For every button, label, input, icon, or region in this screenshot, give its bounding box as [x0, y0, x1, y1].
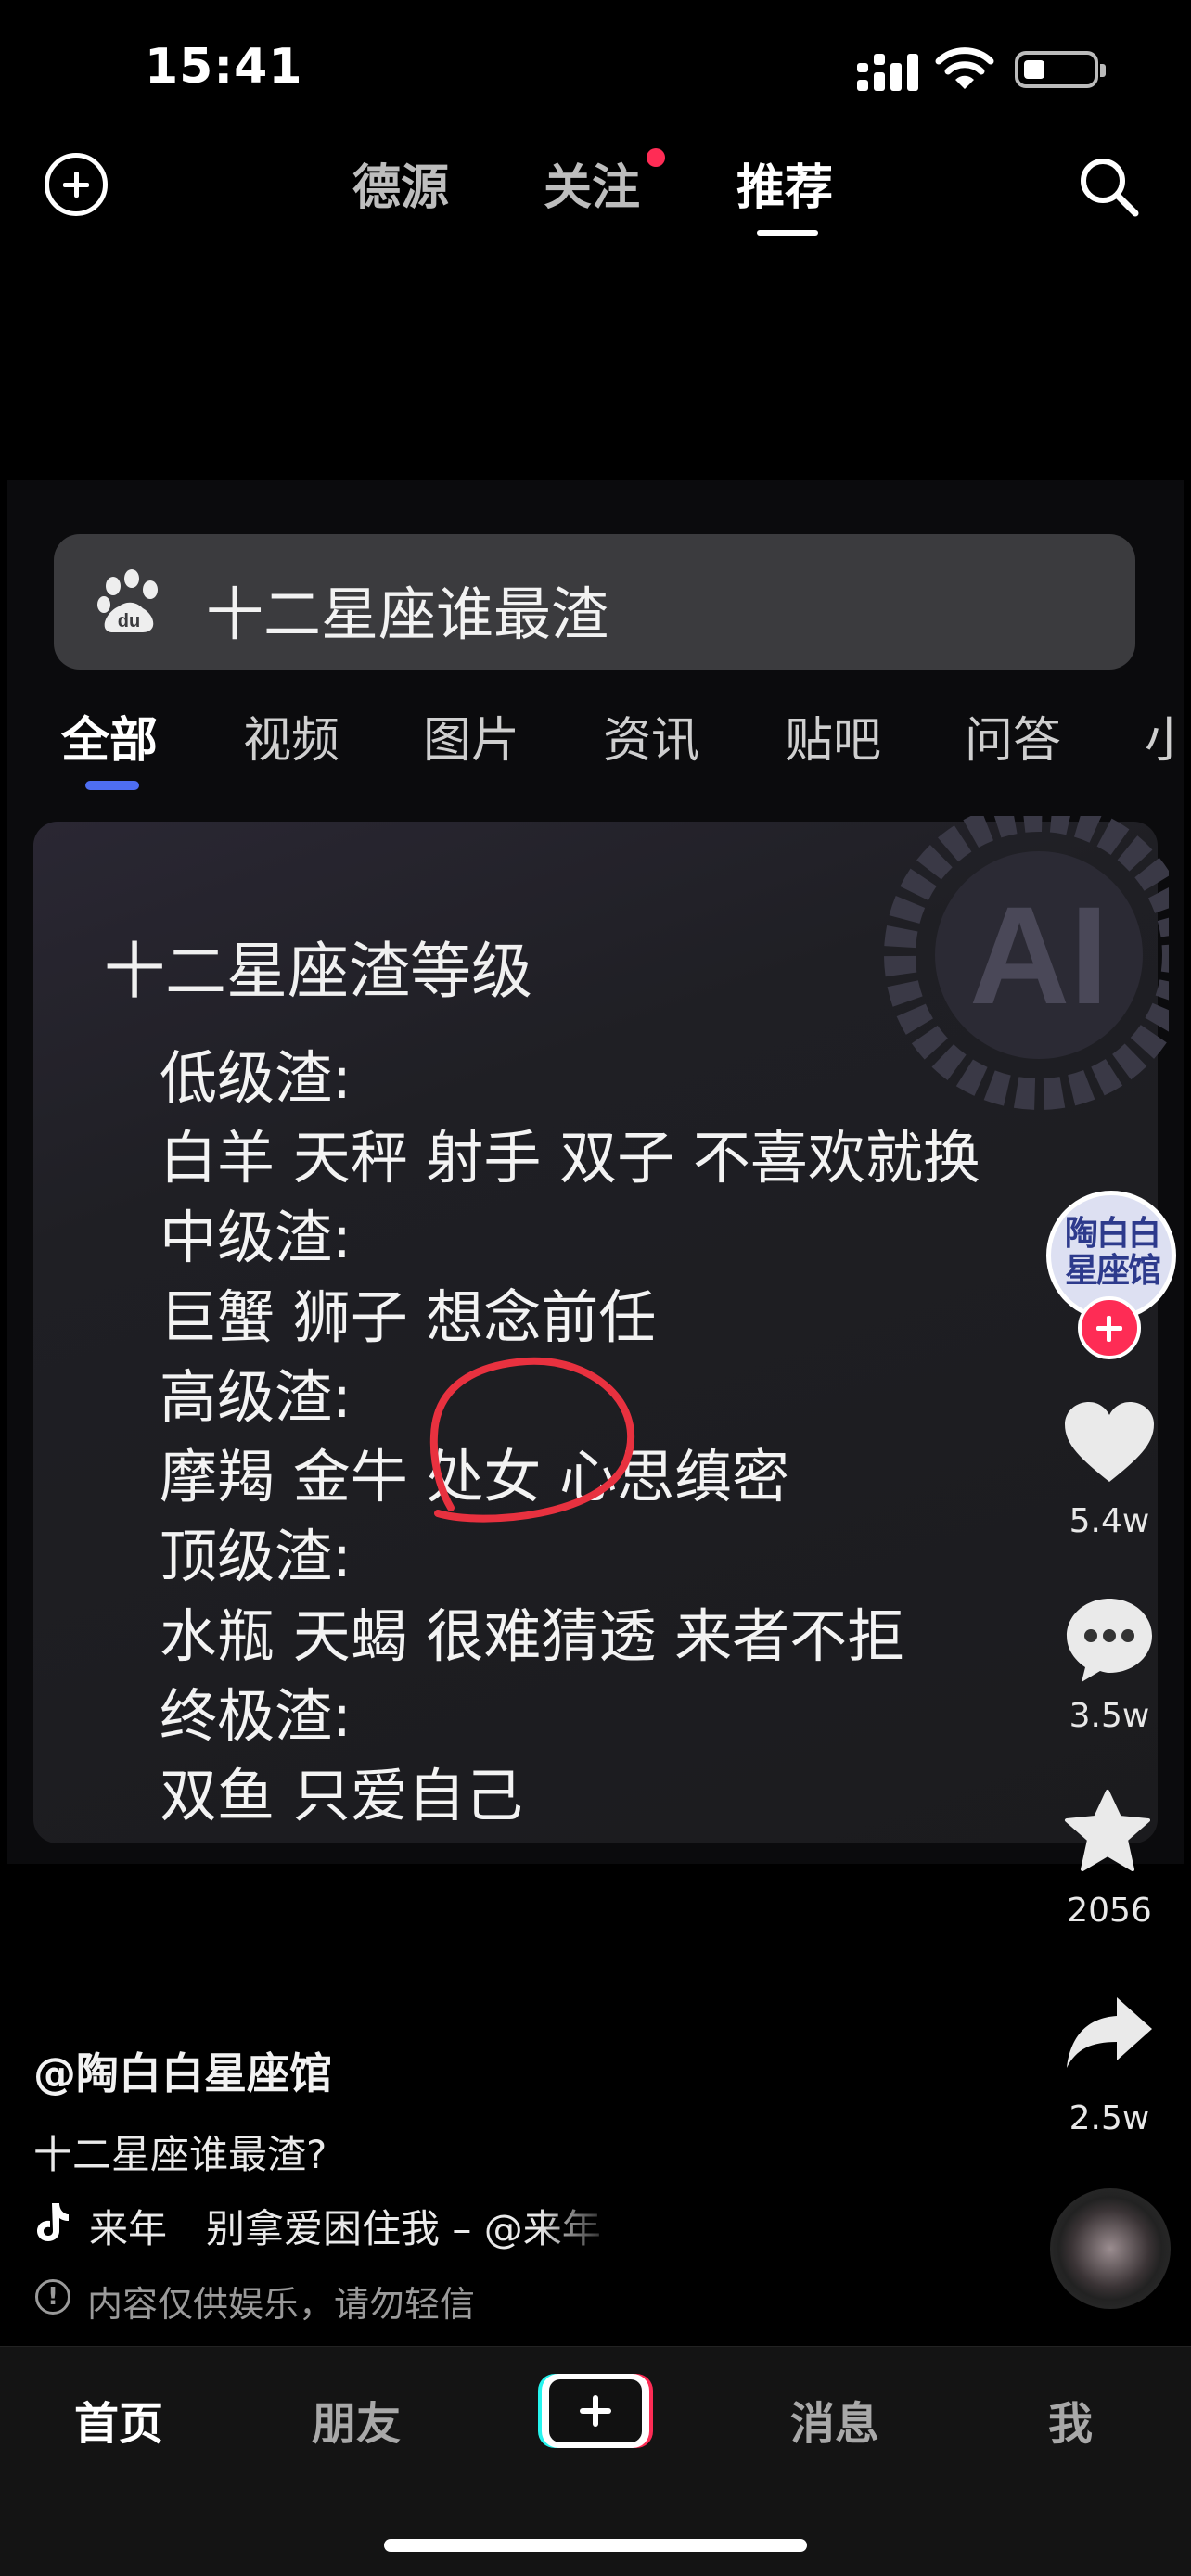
card-line: 顶级渣:: [160, 1523, 352, 1590]
category-news: 资讯: [603, 713, 700, 769]
add-plus-icon[interactable]: [45, 153, 108, 216]
category-tieba: 贴吧: [785, 713, 882, 769]
tab-deyuan[interactable]: 德源: [352, 148, 449, 218]
ai-watermark-icon: AI: [884, 816, 1169, 1110]
music-disc-icon[interactable]: [1050, 2188, 1171, 2309]
card-line: 低级渣:: [160, 1044, 352, 1112]
disclaimer-text: 内容仅供娱乐，请勿轻信: [87, 2284, 476, 2325]
category-all: 全部: [61, 713, 159, 769]
card-line: 中级渣:: [160, 1204, 352, 1271]
info-warning-icon: !: [35, 2279, 70, 2315]
category-qa: 问答: [965, 713, 1062, 769]
comment-icon[interactable]: [1063, 1595, 1156, 1684]
nav-me[interactable]: 我: [1048, 2387, 1093, 2452]
home-indicator: [384, 2539, 807, 2552]
active-tab-indicator: [757, 230, 818, 236]
svg-text:du: du: [118, 611, 140, 631]
card-line: 终极渣:: [160, 1682, 352, 1750]
wifi-icon: [935, 47, 994, 89]
heart-icon[interactable]: [1063, 1400, 1156, 1486]
tab-follow[interactable]: 关注: [544, 148, 640, 218]
cellular-signal-icon: [857, 54, 918, 91]
svg-text:AI: AI: [969, 877, 1108, 1033]
comment-count: 3.5w: [1069, 1697, 1150, 1735]
music-note-icon: [37, 2203, 69, 2241]
card-line: 白羊 天秤 射手 双子 不喜欢就换: [160, 1124, 980, 1192]
card-line: 高级渣:: [160, 1363, 352, 1431]
category-images: 图片: [423, 713, 520, 769]
baidu-paw-icon: du: [97, 569, 158, 632]
like-count: 5.4w: [1069, 1502, 1150, 1540]
avatar-text: 陶白白星座馆: [1064, 1215, 1161, 1290]
video-caption: 十二星座谁最渣?: [33, 2132, 327, 2177]
card-line: 水瓶 天蝎 很难猜透 来者不拒: [160, 1602, 905, 1670]
card-line: 双鱼 只爱自己: [160, 1762, 523, 1830]
notification-dot: [647, 148, 665, 167]
nav-home[interactable]: 首页: [74, 2387, 163, 2452]
music-title[interactable]: 来年 别拿爱困住我 – @来年: [89, 2198, 618, 2254]
category-indicator: [85, 781, 139, 790]
category-video: 视频: [243, 713, 340, 769]
card-title: 十二星座渣等级: [104, 936, 532, 1007]
status-time: 15:41: [145, 39, 303, 95]
nav-friends[interactable]: 朋友: [312, 2387, 401, 2452]
nav-messages[interactable]: 消息: [790, 2387, 879, 2452]
share-arrow-icon[interactable]: [1063, 1994, 1156, 2072]
battery-icon: [1015, 51, 1106, 88]
search-query-text: 十二星座谁最渣: [206, 580, 609, 648]
create-video-button[interactable]: [538, 2374, 653, 2448]
category-more: 小: [1145, 713, 1172, 769]
card-line: 巨蟹 狮子 想念前任: [160, 1283, 657, 1351]
red-circle-annotation: [429, 1357, 635, 1523]
search-icon[interactable]: [1076, 154, 1141, 219]
star-icon[interactable]: [1063, 1788, 1152, 1875]
favorite-count: 2056: [1067, 1892, 1152, 1930]
tab-recommend[interactable]: 推荐: [736, 148, 833, 218]
share-count: 2.5w: [1069, 2099, 1150, 2137]
follow-plus-button[interactable]: [1078, 1296, 1141, 1359]
author-name[interactable]: @陶白白星座馆: [33, 2040, 332, 2101]
